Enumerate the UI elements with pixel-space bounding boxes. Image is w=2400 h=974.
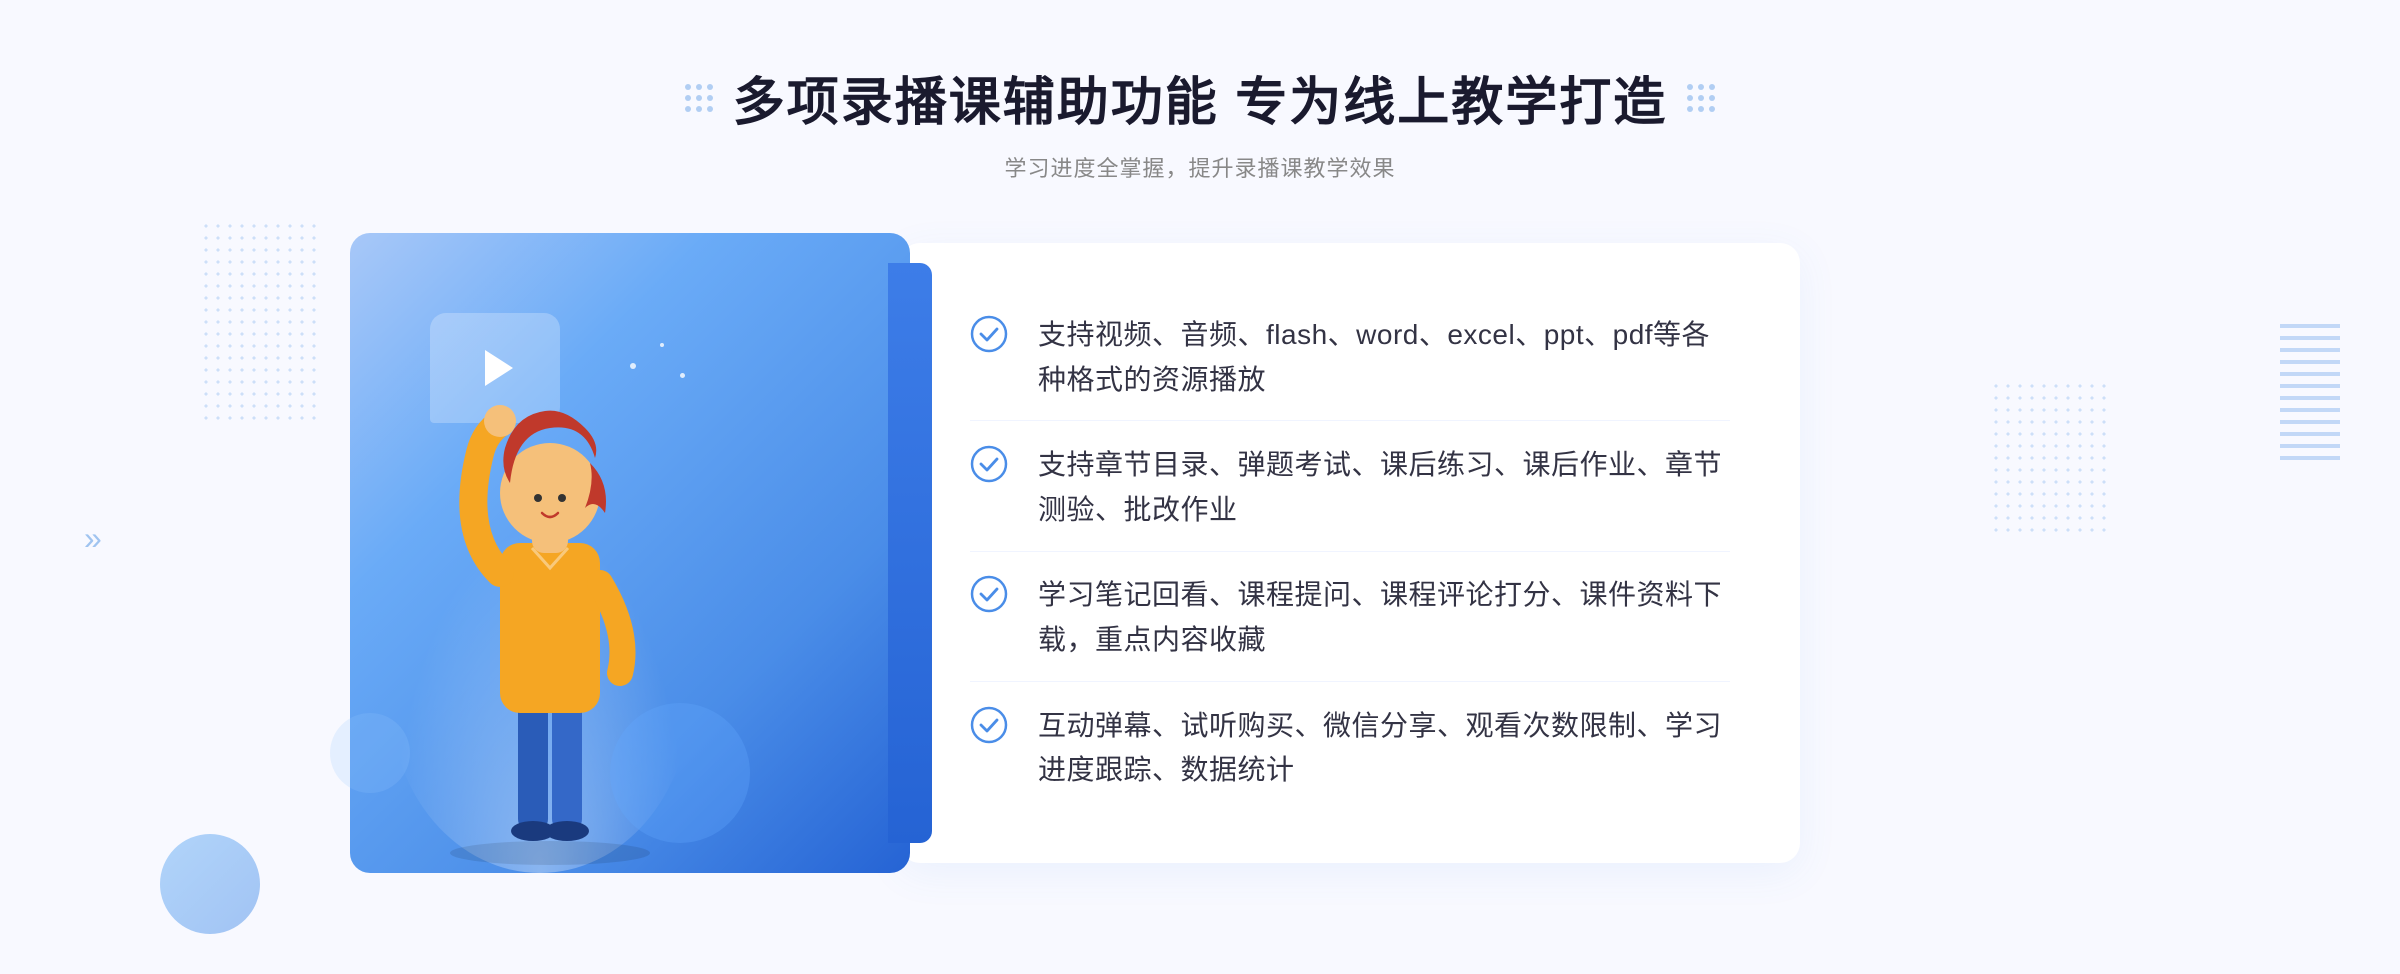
page-container: » 多项录播课辅助功能 专为线上教学打造 学习进度全掌握，提升录播课教学效果 [0,0,2400,974]
feature-item-2: 支持章节目录、弹题考试、课后练习、课后作业、章节测验、批改作业 [970,425,1730,552]
circle-blue-bottom [160,834,260,934]
feature-item-4: 互动弹幕、试听购买、微信分享、观看次数限制、学习进度跟踪、数据统计 [970,686,1730,812]
feature-text-4: 互动弹幕、试听购买、微信分享、观看次数限制、学习进度跟踪、数据统计 [1038,704,1730,794]
subtitle: 学习进度全掌握，提升录播课教学效果 [685,151,1715,183]
check-icon-4 [970,706,1008,744]
features-card: 支持视频、音频、flash、word、excel、ppt、pdf等各种格式的资源… [900,243,1800,863]
main-title: 多项录播课辅助功能 专为线上教学打造 [733,60,1667,135]
check-icon-3 [970,575,1008,613]
dots-decoration-left [200,220,320,420]
title-deco-right [1687,84,1715,112]
chevron-decoration: » [84,520,94,557]
sparkle-2 [660,343,664,347]
check-icon-2 [970,445,1008,483]
check-icon-1 [970,315,1008,353]
stripe-decoration [2280,320,2340,460]
feature-item-1: 支持视频、音频、flash、word、excel、ppt、pdf等各种格式的资源… [970,295,1730,422]
title-row: 多项录播课辅助功能 专为线上教学打造 [685,60,1715,135]
feature-text-3: 学习笔记回看、课程提问、课程评论打分、课件资料下载，重点内容收藏 [1038,573,1730,663]
feature-text-1: 支持视频、音频、flash、word、excel、ppt、pdf等各种格式的资源… [1038,313,1730,403]
feature-item-3: 学习笔记回看、课程提问、课程评论打分、课件资料下载，重点内容收藏 [970,555,1730,682]
blue-strip-deco [888,263,932,843]
main-content: 支持视频、音频、flash、word、excel、ppt、pdf等各种格式的资源… [350,233,2050,873]
person-illustration [400,353,700,873]
title-deco-left [685,84,713,112]
header-section: 多项录播课辅助功能 专为线上教学打造 学习进度全掌握，提升录播课教学效果 [685,60,1715,183]
illustration-card [350,233,910,873]
circle-deco-2 [330,713,410,793]
feature-text-2: 支持章节目录、弹题考试、课后练习、课后作业、章节测验、批改作业 [1038,443,1730,533]
